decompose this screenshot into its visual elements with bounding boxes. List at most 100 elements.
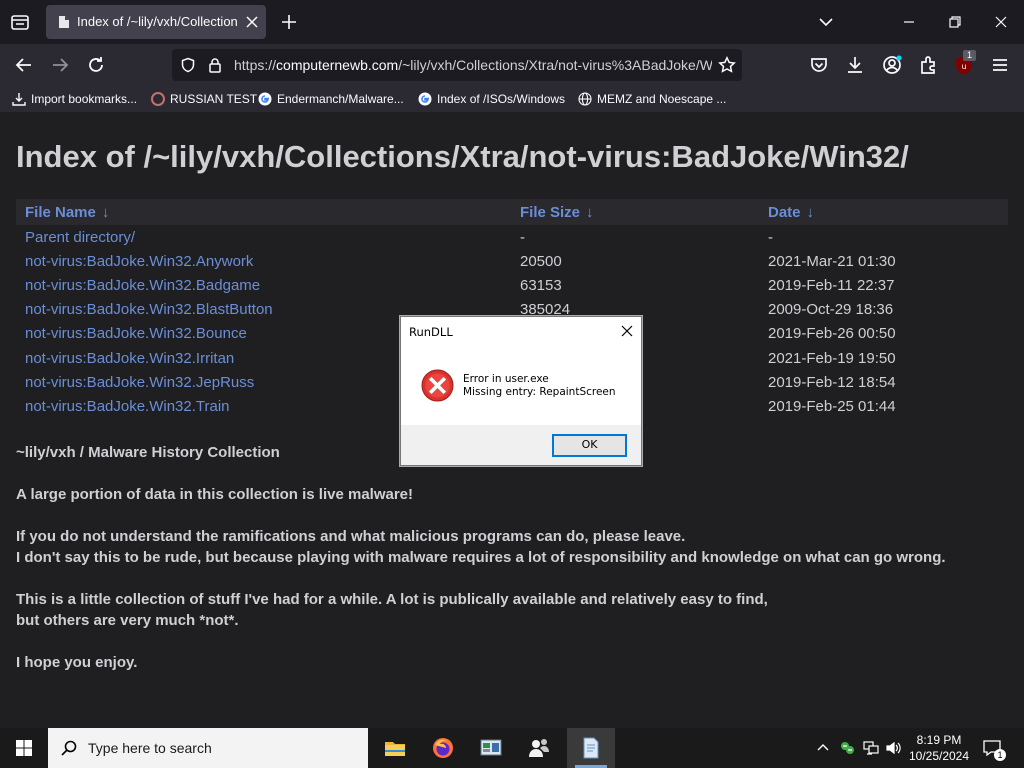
chevron-up-icon[interactable] <box>815 740 831 756</box>
dialog-footer: OK <box>401 425 641 465</box>
sort-arrow-icon: ↓ <box>586 203 594 221</box>
security-tray-icon[interactable] <box>839 740 855 756</box>
notepad-icon[interactable] <box>567 728 615 768</box>
clock-time: 8:19 PM <box>916 733 962 747</box>
app-icon[interactable] <box>467 728 515 768</box>
file-size: 20500 <box>520 252 562 270</box>
taskbar: Type here to search 8:19 PM 10/25/2024 1 <box>0 728 1024 768</box>
network-icon[interactable] <box>863 740 879 756</box>
description-text: This is a little collection of stuff I'v… <box>16 591 768 608</box>
bookmark-star-icon[interactable] <box>718 56 736 74</box>
sort-arrow-icon: ↓ <box>101 203 110 221</box>
firefox-view-icon[interactable] <box>8 10 32 34</box>
tab-strip: Index of /~lily/vxh/Collections/ <box>0 0 1024 44</box>
file-size: - <box>520 228 525 246</box>
menu-icon[interactable] <box>989 54 1011 76</box>
dialog-body: Error in user.exe Missing entry: Repaint… <box>401 349 641 425</box>
bookmark-index-isos[interactable]: Index of /ISOs/Windows <box>418 90 565 108</box>
bookmark-label: Import bookmarks... <box>31 92 138 106</box>
forward-icon[interactable] <box>49 54 71 76</box>
clock-date: 10/25/2024 <box>908 749 970 763</box>
active-tab[interactable]: Index of /~lily/vxh/Collections/ <box>46 5 266 39</box>
start-button[interactable] <box>0 728 48 768</box>
tracking-protection-icon[interactable] <box>180 57 196 73</box>
error-line: Missing entry: RepaintScreen <box>463 386 616 398</box>
navigation-toolbar: https://computernewb.com/~lily/vxh/Colle… <box>0 44 1024 86</box>
file-explorer-icon[interactable] <box>371 728 419 768</box>
bookmark-label: RUSSIAN TEST <box>170 92 258 106</box>
bookmark-russian-test[interactable]: RUSSIAN TEST <box>151 90 257 108</box>
close-window-icon[interactable] <box>991 12 1011 32</box>
file-date: 2021-Feb-19 19:50 <box>768 349 896 367</box>
file-size: 63153 <box>520 276 562 294</box>
table-header-row: File Name ↓ File Size ↓ Date ↓ <box>16 199 1008 225</box>
tab-title: Index of /~lily/vxh/Collections/ <box>77 14 237 29</box>
downloads-icon[interactable] <box>844 54 866 76</box>
notice-text: If you do not understand the ramificatio… <box>16 528 686 545</box>
file-date: 2019-Feb-25 01:44 <box>768 397 896 415</box>
tab-favicon-icon <box>56 14 72 30</box>
description-text: but others are very much *not*. <box>16 612 239 629</box>
back-icon[interactable] <box>13 54 35 76</box>
account-icon[interactable] <box>881 54 903 76</box>
file-link[interactable]: not-virus:BadJoke.Win32.Anywork <box>25 253 253 270</box>
bookmark-import[interactable]: Import bookmarks... <box>12 90 137 108</box>
bookmark-label: Index of /ISOs/Windows <box>437 92 566 106</box>
url-text[interactable]: https://computernewb.com/~lily/vxh/Colle… <box>234 57 712 73</box>
bookmark-endermanch[interactable]: Endermanch/Malware... <box>258 90 404 108</box>
close-tab-icon[interactable] <box>245 15 259 29</box>
google-icon <box>258 92 272 106</box>
favicon <box>151 92 165 106</box>
page-title: Index of /~lily/vxh/Collections/Xtra/not… <box>16 139 909 174</box>
reload-icon[interactable] <box>85 54 107 76</box>
column-date[interactable]: Date ↓ <box>759 199 1008 225</box>
file-date: 2019-Feb-26 00:50 <box>768 325 896 343</box>
file-link[interactable]: not-virus:BadJoke.Win32.JepRuss <box>25 374 254 391</box>
file-date: 2009-Oct-29 18:36 <box>768 301 894 319</box>
firefox-icon[interactable] <box>419 728 467 768</box>
table-row: Parent directory/ - - <box>16 225 1008 249</box>
search-icon <box>60 739 78 757</box>
bookmark-label: MEMZ and Noescape ... <box>597 92 727 106</box>
bookmark-label: Endermanch/Malware... <box>277 92 404 106</box>
system-clock[interactable]: 8:19 PM 10/25/2024 <box>902 732 976 764</box>
notice-text: I don't say this to be rude, but because… <box>16 549 946 566</box>
address-bar[interactable]: https://computernewb.com/~lily/vxh/Colle… <box>172 49 742 81</box>
search-placeholder: Type here to search <box>88 740 212 756</box>
table-row: not-virus:BadJoke.Win32.Anywork 20500 2021… <box>16 249 1008 273</box>
google-icon <box>418 92 432 106</box>
minimize-icon[interactable] <box>899 12 919 32</box>
file-link[interactable]: not-virus:BadJoke.Win32.Bounce <box>25 325 247 342</box>
file-link[interactable]: not-virus:BadJoke.Win32.Train <box>25 398 230 415</box>
warning-text: A large portion of data in this collecti… <box>16 486 414 503</box>
close-icon[interactable] <box>620 324 634 338</box>
pocket-icon[interactable] <box>808 54 830 76</box>
dialog-title: RunDLL <box>409 325 453 339</box>
file-link[interactable]: Parent directory/ <box>25 229 135 246</box>
closing-text: I hope you enjoy. <box>16 654 138 671</box>
import-icon <box>12 93 26 106</box>
rundll-error-dialog: RunDLL Error in user.exe Missing entry: … <box>400 316 642 466</box>
restore-icon[interactable] <box>945 12 965 32</box>
collection-title: ~lily/vxh / Malware History Collection <box>16 444 280 461</box>
extensions-icon[interactable] <box>917 54 939 76</box>
column-file-name[interactable]: File Name ↓ <box>16 199 511 225</box>
lock-icon[interactable] <box>207 57 223 73</box>
globe-icon <box>578 92 592 106</box>
table-row: not-virus:BadJoke.Win32.Badgame 63153 2019… <box>16 273 1008 297</box>
bookmark-memz[interactable]: MEMZ and Noescape ... <box>578 90 726 108</box>
bookmarks-toolbar: Import bookmarks... RUSSIAN TEST Enderma… <box>0 86 1024 112</box>
file-link[interactable]: not-virus:BadJoke.Win32.BlastButton <box>25 301 273 318</box>
file-link[interactable]: not-virus:BadJoke.Win32.Irritan <box>25 350 234 367</box>
chevron-down-icon[interactable] <box>818 14 834 30</box>
file-link[interactable]: not-virus:BadJoke.Win32.Badgame <box>25 277 260 294</box>
new-tab-icon[interactable] <box>280 13 298 31</box>
file-date: 2019-Feb-12 18:54 <box>768 373 896 391</box>
volume-icon[interactable] <box>885 740 901 756</box>
notification-badge: 1 <box>994 749 1006 761</box>
people-icon[interactable] <box>515 728 563 768</box>
windows-logo-icon <box>16 740 32 756</box>
column-file-size[interactable]: File Size ↓ <box>511 199 759 225</box>
taskbar-search-box[interactable]: Type here to search <box>48 728 368 768</box>
ok-button[interactable]: OK <box>552 434 627 457</box>
